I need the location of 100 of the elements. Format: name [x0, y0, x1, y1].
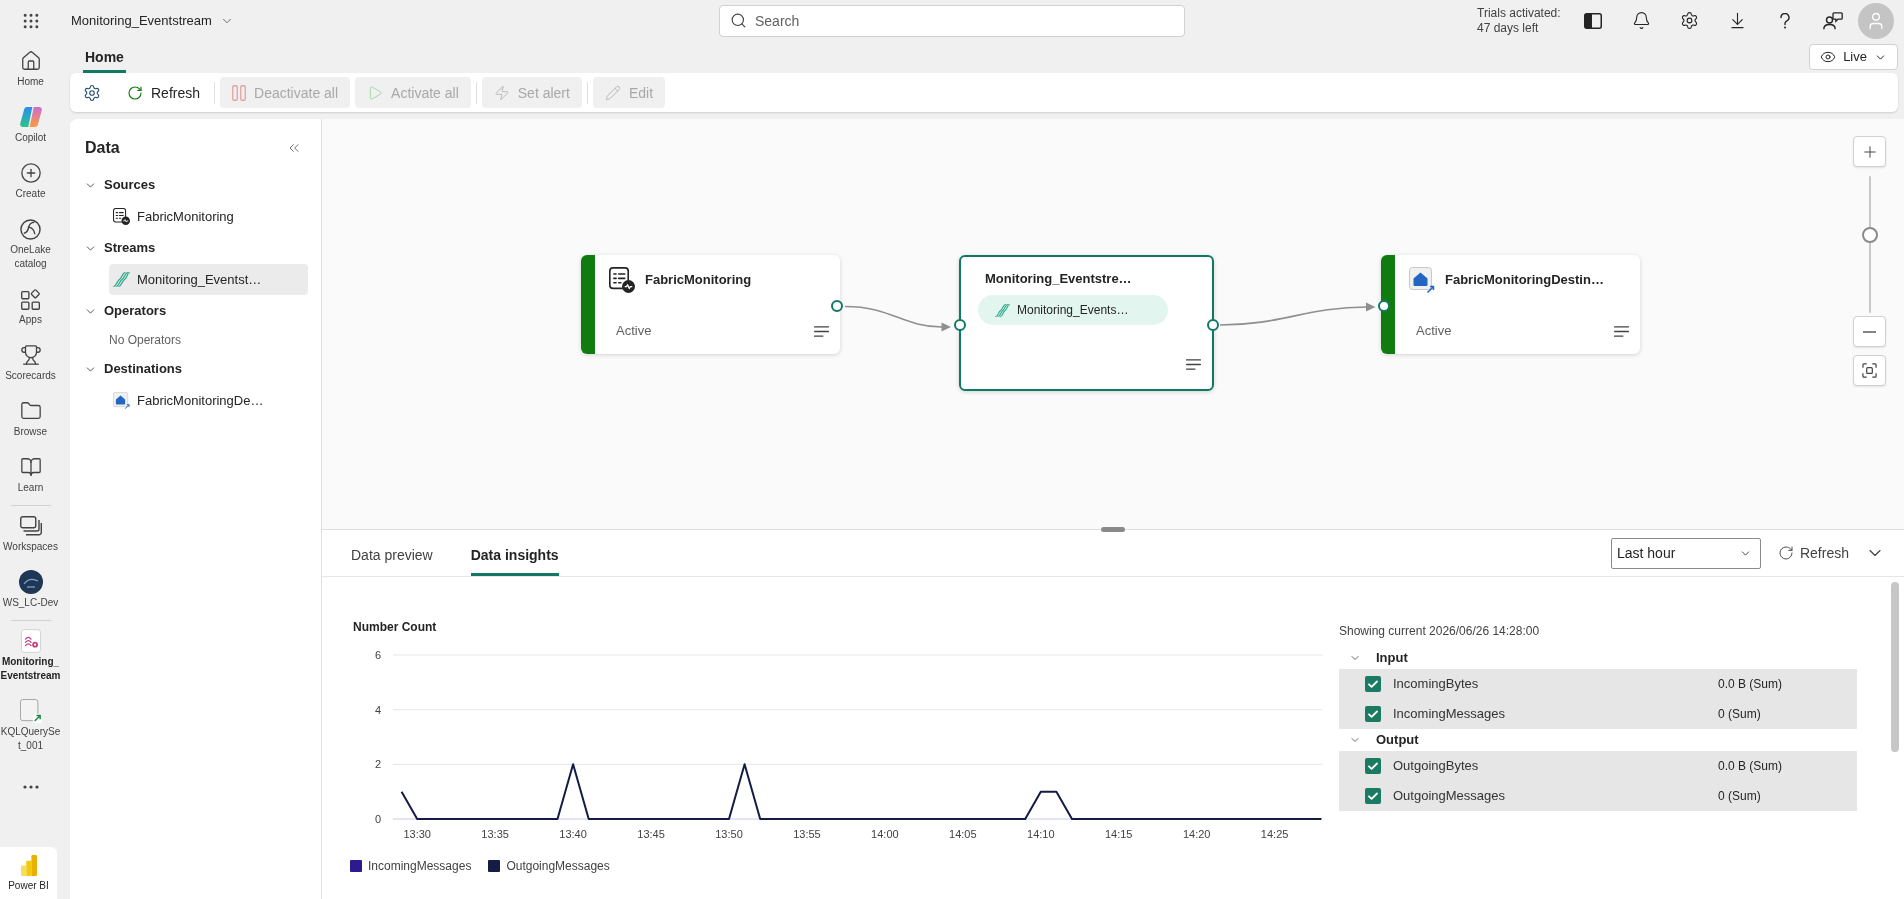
power-bi-switcher[interactable]: Power BI — [0, 847, 57, 899]
nav-item[interactable]: Home — [0, 49, 61, 89]
search-field[interactable]: Search — [719, 4, 1185, 37]
tree-section-header[interactable]: Operators — [85, 295, 167, 327]
tree-item[interactable]: FabricMonitoring — [109, 201, 308, 232]
workspace-avatar-icon — [18, 570, 43, 594]
settings-icon[interactable] — [83, 83, 101, 102]
input-port-icon[interactable] — [954, 319, 966, 331]
nav-item[interactable]: OneLake catalog — [0, 217, 61, 271]
onelake-icon — [20, 218, 41, 240]
input-port-icon[interactable] — [1378, 300, 1390, 312]
metric-name: OutgoingMessages — [1393, 787, 1506, 805]
tree-item[interactable]: FabricMonitoringDe… — [109, 385, 308, 416]
zoom-out-button[interactable] — [1853, 316, 1886, 347]
node-status: Active — [1416, 323, 1452, 339]
house-tile-icon — [1409, 267, 1435, 293]
nav-item[interactable]: Copilot — [0, 105, 61, 145]
nav-item[interactable]: Browse — [0, 399, 61, 439]
x-axis-label: 14:00 — [871, 827, 899, 840]
x-axis-label: 13:45 — [637, 827, 665, 840]
view-mode-dropdown[interactable]: Live — [1809, 44, 1898, 70]
node-title: FabricMonitoring — [645, 271, 752, 289]
nav-item[interactable]: Monitoring_Eventstream — [0, 629, 61, 683]
y-axis-label: 2 — [374, 758, 381, 771]
pencil-icon — [604, 84, 621, 101]
tree-item[interactable]: Monitoring_Eventst… — [109, 264, 308, 295]
x-axis-label: 14:20 — [1182, 827, 1211, 840]
item-title-dropdown[interactable]: Monitoring_Eventstream — [71, 11, 234, 30]
empty-state-text: No Operators — [109, 332, 183, 349]
x-axis-label: 13:35 — [481, 827, 509, 840]
stream-chip[interactable]: Monitoring_Events… — [978, 295, 1168, 325]
node-menu-icon[interactable] — [1614, 325, 1629, 337]
eventstream-icon — [20, 629, 41, 653]
checkbox[interactable] — [1365, 706, 1381, 722]
list-document-icon — [113, 208, 130, 225]
side-panel-icon[interactable] — [1584, 12, 1602, 29]
notifications-icon[interactable] — [1631, 11, 1651, 30]
person-chat-icon[interactable] — [1823, 11, 1843, 30]
metric-group-header[interactable]: Input — [1339, 647, 1408, 669]
trial-status-text: Trials activated: 47 days left — [1477, 5, 1562, 36]
metric-group-header[interactable]: Output — [1339, 729, 1419, 751]
node-menu-icon[interactable] — [1186, 359, 1201, 370]
x-axis-label: 14:10 — [1027, 827, 1055, 840]
checkbox[interactable] — [1365, 788, 1381, 804]
queryset-icon — [19, 699, 42, 723]
checkbox[interactable] — [1365, 676, 1381, 692]
metric-value: 0 (Sum) — [1718, 788, 1761, 804]
checkbox[interactable] — [1365, 758, 1381, 774]
metric-value: 0.0 B (Sum) — [1718, 758, 1783, 774]
book-icon — [19, 456, 42, 478]
power-bi-logo-icon — [20, 854, 37, 876]
nav-item[interactable]: Learn — [0, 455, 61, 495]
help-icon[interactable] — [1780, 12, 1790, 29]
node-menu-icon[interactable] — [814, 325, 829, 337]
fit-to-screen-icon — [1862, 363, 1877, 378]
x-axis-label: 13:50 — [715, 827, 743, 840]
node-title: FabricMonitoringDestin… — [1445, 271, 1604, 289]
lightning-icon — [493, 84, 510, 101]
refresh-button[interactable]: Refresh — [118, 77, 210, 108]
nav-item[interactable]: Apps — [0, 287, 61, 327]
panel-title: Data — [85, 138, 120, 158]
zoom-slider[interactable] — [1861, 176, 1878, 313]
metric-name: OutgoingBytes — [1393, 757, 1480, 775]
y-axis-label: 0 — [374, 813, 381, 825]
nav-item[interactable]: KQLQuerySet_001 — [0, 699, 61, 753]
source-node[interactable]: FabricMonitoring Active — [581, 255, 840, 354]
more-icon[interactable] — [22, 785, 39, 789]
legend-label: IncomingMessages — [368, 858, 472, 874]
tree-section-header[interactable]: Destinations — [85, 353, 182, 385]
x-axis-label: 14:25 — [1260, 827, 1289, 840]
destination-node[interactable]: FabricMonitoringDestin… Active — [1381, 255, 1640, 354]
nav-item[interactable]: Scorecards — [0, 343, 61, 383]
settings-icon[interactable] — [1679, 11, 1699, 30]
refresh-icon — [127, 84, 143, 101]
slider-thumb[interactable] — [1861, 226, 1878, 243]
metric-name: IncomingMessages — [1393, 705, 1506, 723]
copilot-logo-icon — [19, 107, 42, 127]
node-title: Monitoring_Eventstre… — [985, 270, 1132, 288]
stream-node[interactable]: Monitoring_Eventstre… Monitoring_Events… — [959, 255, 1214, 391]
play-icon — [367, 84, 384, 101]
x-axis-label: 14:05 — [949, 827, 977, 840]
x-axis-label: 13:55 — [793, 827, 821, 840]
tab[interactable]: Data insights — [470, 530, 559, 576]
nav-item[interactable]: WS_LC-Dev — [0, 570, 61, 610]
nav-item[interactable]: Workspaces — [0, 514, 61, 554]
home-icon — [19, 50, 42, 72]
resize-handle[interactable] — [1101, 527, 1125, 532]
nav-item[interactable]: Create — [0, 161, 61, 201]
pause-icon — [232, 84, 247, 101]
x-axis-label: 13:40 — [559, 827, 587, 840]
tree-section-header[interactable]: Sources — [85, 169, 156, 201]
tree-section-header[interactable]: Streams — [85, 232, 156, 264]
y-axis-label: 6 — [374, 649, 381, 661]
refresh-button[interactable]: Refresh — [1777, 544, 1849, 562]
stream-waves-icon — [995, 302, 1010, 318]
tab[interactable]: Data preview — [351, 530, 433, 576]
fit-view-button[interactable] — [1853, 355, 1886, 386]
metric-name: IncomingBytes — [1393, 675, 1480, 693]
time-range-select[interactable]: Last hour — [1610, 537, 1761, 569]
scrollbar[interactable] — [1891, 582, 1899, 752]
